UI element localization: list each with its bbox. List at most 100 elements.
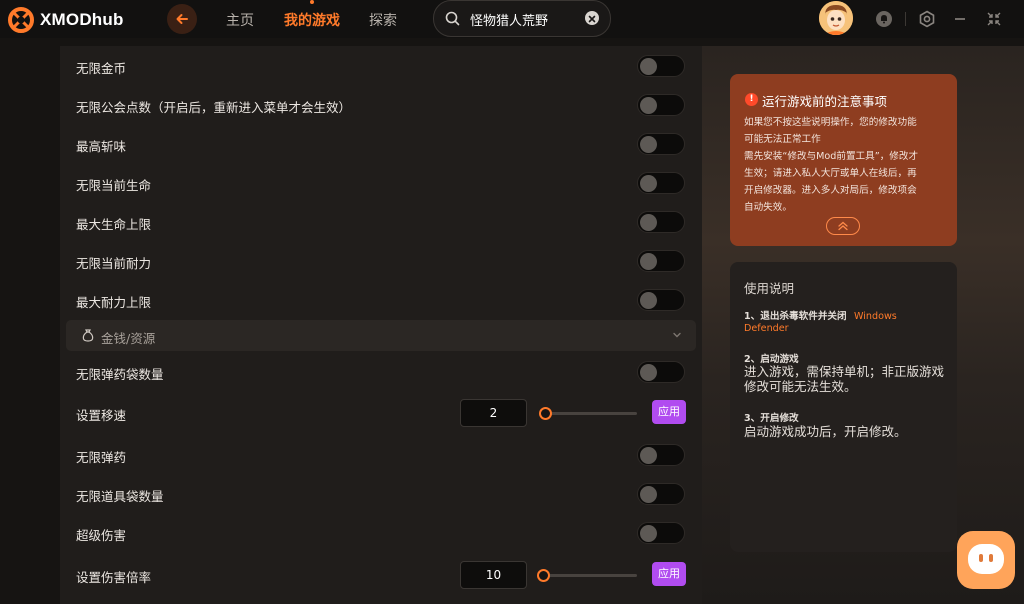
step-description: 进入游戏，需保持单机；非正版游戏修改可能无法生效。 <box>744 364 945 394</box>
toggle-label: 最大耐力上限 <box>76 295 152 310</box>
assistant-eye <box>979 554 983 562</box>
collapse-window-icon[interactable] <box>985 10 1003 28</box>
toggle-row: 无限当前耐力 <box>60 243 702 279</box>
toggle-row: 无限弹药袋数量 <box>60 354 702 390</box>
warning-icon: ! <box>745 93 758 106</box>
toggle-label: 无限公会点数（开启后，重新进入菜单才会生效） <box>76 100 352 115</box>
toggle-row: 最大耐力上限 <box>60 282 702 318</box>
toggle-switch[interactable] <box>637 444 685 466</box>
notice-line: 可能无法正常工作 <box>744 134 821 145</box>
search-clear-button[interactable] <box>585 11 599 25</box>
minimize-icon[interactable] <box>951 10 969 28</box>
toggle-label: 无限当前耐力 <box>76 256 152 271</box>
toggle-knob <box>640 364 657 381</box>
apply-button[interactable]: 应用 <box>652 562 686 586</box>
nav-my-games[interactable]: 我的游戏 <box>284 10 340 30</box>
chevron-down-icon <box>673 332 681 338</box>
toggle-label: 无限道具袋数量 <box>76 489 164 504</box>
step-title: 3、开启修改 <box>744 413 799 424</box>
notice-line: 自动失效。 <box>744 202 792 213</box>
toggle-switch[interactable] <box>637 289 685 311</box>
nav-explore[interactable]: 探索 <box>369 10 397 30</box>
toggle-switch[interactable] <box>637 133 685 155</box>
toggle-knob <box>640 214 657 231</box>
notice-line: 需先安装“修改与Mod前置工具”，修改才 <box>744 151 919 162</box>
settings-gear-icon[interactable] <box>918 10 936 28</box>
toggle-row: 无限弹药 <box>60 437 702 473</box>
toggle-switch[interactable] <box>637 483 685 505</box>
damage-setting-row: 设置伤害倍率 10 应用 <box>60 557 702 593</box>
assistant-chat-button[interactable] <box>957 531 1015 589</box>
money-bag-icon <box>82 329 94 342</box>
toggle-label: 无限弹药 <box>76 450 127 465</box>
toggle-knob <box>640 253 657 270</box>
apply-button[interactable]: 应用 <box>652 400 686 424</box>
toggle-label: 无限弹药袋数量 <box>76 367 164 382</box>
section-header-money[interactable]: 金钱/资源 <box>66 320 696 351</box>
app-logo[interactable]: XMODhub <box>8 7 124 33</box>
guide-step-1-cont: Defender <box>744 323 789 334</box>
toggle-label: 最大生命上限 <box>76 217 152 232</box>
user-avatar[interactable] <box>819 1 853 35</box>
toggle-switch[interactable] <box>637 94 685 116</box>
toggle-switch[interactable] <box>637 522 685 544</box>
notice-line: 如果您不按这些说明操作，您的修改功能 <box>744 117 917 128</box>
windows-defender-link-cont[interactable]: Defender <box>744 323 789 334</box>
slider-thumb[interactable] <box>539 407 552 420</box>
toggle-label: 无限当前生命 <box>76 178 152 193</box>
guide-step-1: 1、退出杀毒软件并关闭 Windows <box>744 308 897 322</box>
toggle-label: 最高斩味 <box>76 139 127 154</box>
notice-body: 如果您不按这些说明操作，您的修改功能 可能无法正常工作 需先安装“修改与Mod前… <box>744 114 944 216</box>
damage-value-input[interactable]: 10 <box>460 561 527 589</box>
notification-bell-icon[interactable] <box>875 10 893 28</box>
toggle-label: 超级伤害 <box>76 528 127 543</box>
back-button[interactable] <box>167 4 197 34</box>
slider-thumb[interactable] <box>537 569 550 582</box>
toggle-switch[interactable] <box>637 172 685 194</box>
arrow-left-icon <box>176 14 188 24</box>
toggle-switch[interactable] <box>637 361 685 383</box>
windows-defender-link[interactable]: Windows <box>854 311 897 322</box>
toggle-switch[interactable] <box>637 211 685 233</box>
collapse-notice-button[interactable] <box>826 217 860 235</box>
toggle-label: 无限金币 <box>76 61 127 76</box>
toggle-switch[interactable] <box>637 55 685 77</box>
notice-line: 生效；请进入私人大厅或单人在线后，再 <box>744 168 917 179</box>
assistant-eye <box>989 554 993 562</box>
toolbar-separator <box>905 12 906 26</box>
nav-active-indicator <box>310 0 314 4</box>
section-label: 金钱/资源 <box>101 331 156 346</box>
nav-home[interactable]: 主页 <box>226 10 254 30</box>
speed-setting-row: 设置移速 2 应用 <box>60 395 702 431</box>
toggle-row: 最大生命上限 <box>60 204 702 240</box>
toggle-knob <box>640 58 657 75</box>
toggle-knob <box>640 447 657 464</box>
toggle-knob <box>640 97 657 114</box>
xmod-logo-icon <box>8 7 34 33</box>
notice-title: 运行游戏前的注意事项 <box>762 94 888 109</box>
toggle-row: 最高斩味 <box>60 126 702 162</box>
damage-slider[interactable] <box>537 569 637 582</box>
toggle-knob <box>640 136 657 153</box>
speed-label: 设置移速 <box>76 408 127 423</box>
speed-slider[interactable] <box>539 407 637 420</box>
toggle-switch[interactable] <box>637 250 685 272</box>
speed-value-input[interactable]: 2 <box>460 399 527 427</box>
notice-line: 开启修改器。进入多人对局后，修改项会 <box>744 185 917 196</box>
assistant-face-icon <box>968 544 1004 574</box>
toggle-knob <box>640 525 657 542</box>
usage-guide-card: 使用说明 1、退出杀毒软件并关闭 Windows Defender 2、启动游戏… <box>730 262 957 552</box>
search-input[interactable] <box>470 9 580 29</box>
toggle-row: 无限道具袋数量 <box>60 476 702 512</box>
guide-title: 使用说明 <box>744 281 795 296</box>
cheat-settings-panel: 无限金币 无限公会点数（开启后，重新进入菜单才会生效） 最高斩味 无限当前生命 … <box>60 46 702 604</box>
toggle-knob <box>640 292 657 309</box>
pre-launch-notice-card: ! 运行游戏前的注意事项 如果您不按这些说明操作，您的修改功能 可能无法正常工作… <box>730 74 957 246</box>
step-description: 启动游戏成功后，开启修改。 <box>744 424 907 439</box>
top-bar: XMODhub 主页 我的游戏 探索 <box>0 0 1024 38</box>
step-title: 2、启动游戏 <box>744 354 799 365</box>
avatar-image <box>819 1 853 35</box>
app-name: XMODhub <box>40 10 124 29</box>
step-title: 1、退出杀毒软件并关闭 <box>744 311 847 322</box>
search-icon <box>445 11 460 26</box>
